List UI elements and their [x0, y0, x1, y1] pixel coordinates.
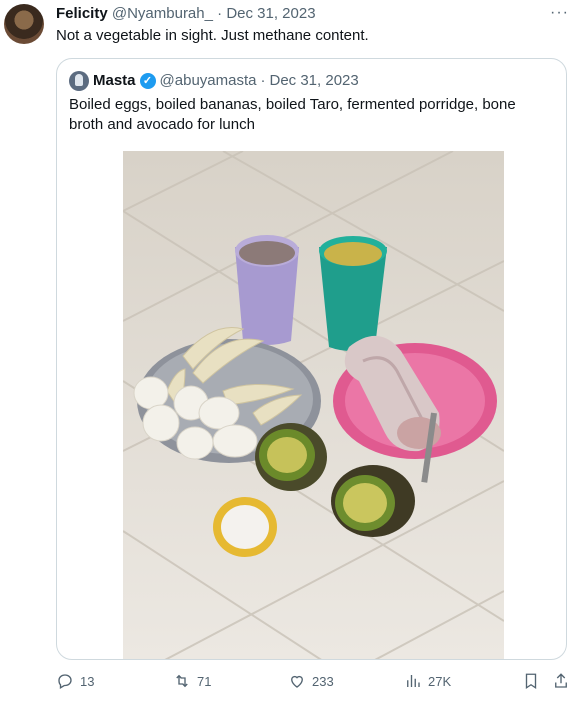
author-avatar[interactable]: [4, 4, 44, 44]
reply-icon: [58, 674, 72, 689]
views-icon: [407, 675, 420, 687]
food-photo-illustration: [123, 151, 504, 659]
more-options-icon[interactable]: ···: [550, 4, 569, 22]
author-handle[interactable]: @Nyamburah_: [112, 5, 213, 22]
views-count: 27K: [428, 673, 452, 689]
verified-badge-icon: ✓: [139, 73, 156, 89]
author-name[interactable]: Felicity: [56, 5, 108, 22]
tweet-date[interactable]: Dec 31, 2023: [226, 5, 315, 22]
quoted-date[interactable]: Dec 31, 2023: [269, 71, 358, 91]
retweet-count: 71: [197, 673, 212, 689]
quoted-author-name[interactable]: Masta: [93, 71, 136, 91]
views-button[interactable]: 27K: [404, 672, 451, 690]
like-count: 233: [312, 673, 334, 689]
quoted-author-handle[interactable]: @abuyamasta: [160, 71, 257, 91]
tweet-text: Not a vegetable in sight. Just methane c…: [56, 27, 369, 44]
food-photo[interactable]: [123, 151, 504, 659]
share-button[interactable]: [552, 672, 570, 690]
like-icon: [291, 675, 303, 688]
reply-button[interactable]: 13: [56, 672, 94, 690]
like-button[interactable]: 233: [288, 672, 334, 690]
bookmark-button[interactable]: [522, 672, 540, 690]
retweet-icon: [176, 674, 188, 688]
share-icon: [555, 673, 567, 688]
retweet-button[interactable]: 71: [173, 672, 211, 690]
quoted-separator: ·: [260, 72, 266, 89]
quoted-author-avatar[interactable]: [69, 71, 89, 91]
tweet-header: Felicity @Nyamburah_ · Dec 31, 2023: [56, 4, 316, 24]
separator: ·: [217, 5, 223, 22]
bookmark-icon: [525, 673, 537, 690]
tweet[interactable]: Felicity @Nyamburah_ · Dec 31, 2023 ··· …: [0, 0, 587, 702]
quoted-header: Masta ✓ @abuyamasta · Dec 31, 2023: [69, 71, 359, 91]
quoted-tweet[interactable]: Masta ✓ @abuyamasta · Dec 31, 2023 Boile…: [56, 58, 567, 660]
reply-count: 13: [80, 673, 95, 689]
action-bar: 13 71 233 27K: [0, 672, 587, 696]
quoted-text: Boiled eggs, boiled bananas, boiled Taro…: [69, 96, 516, 133]
